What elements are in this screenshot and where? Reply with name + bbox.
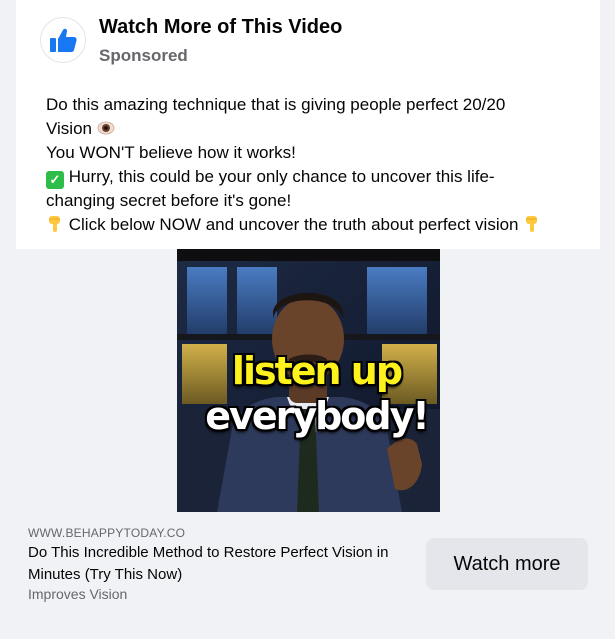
page-avatar[interactable] <box>40 17 86 63</box>
post-text-line: You WON'T believe how it works! <box>46 143 296 162</box>
video-caption-line-1: listen up <box>231 349 403 393</box>
post-text-line: Do this amazing technique that is giving… <box>46 95 506 114</box>
post-text-line: Click below NOW and uncover the truth ab… <box>46 213 576 237</box>
post-text: Do this amazing technique that is giving… <box>46 93 576 237</box>
video-caption-line-2: everybody! <box>205 394 429 438</box>
watch-more-button[interactable]: Watch more <box>426 538 588 590</box>
link-domain: WWW.BEHAPPYTODAY.CO <box>28 526 186 540</box>
post-text-line: Vision <box>46 117 576 141</box>
video-thumbnail[interactable]: listen up everybody! <box>177 249 440 512</box>
sponsored-post-card: Watch More of This Video Sponsored Do th… <box>16 0 600 616</box>
thumbs-up-icon <box>50 28 77 52</box>
eye-icon <box>97 121 115 135</box>
pointing-down-hand-icon <box>49 216 60 232</box>
page-name[interactable]: Watch More of This Video <box>99 16 342 39</box>
sponsored-label[interactable]: Sponsored <box>99 46 188 66</box>
pointing-down-hand-icon <box>526 216 538 232</box>
link-preview[interactable]: WWW.BEHAPPYTODAY.CO Do This Incredible M… <box>16 512 600 616</box>
post-header: Watch More of This Video Sponsored <box>16 0 600 80</box>
link-description: Improves Vision <box>28 586 128 602</box>
post-text-line: ✓ Hurry, this could be your only chance … <box>46 165 576 189</box>
link-headline[interactable]: Do This Incredible Method to Restore Per… <box>28 542 408 586</box>
post-text-line: changing secret before it's gone! <box>46 191 292 210</box>
check-mark-icon: ✓ <box>46 171 64 189</box>
media-area: listen up everybody! <box>16 249 600 512</box>
